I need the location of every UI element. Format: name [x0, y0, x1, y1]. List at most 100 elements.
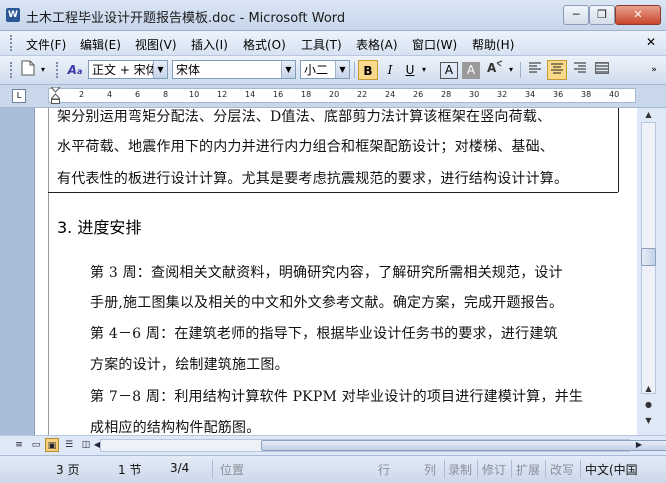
font-value: 宋体: [176, 63, 201, 77]
status-page: 3 页: [56, 463, 80, 477]
toolbar-grip-2[interactable]: [56, 62, 61, 78]
style-dropdown-icon[interactable]: ▼: [153, 61, 167, 78]
toolbar-separator-2: [520, 62, 521, 78]
document-left-gutter: [0, 108, 34, 435]
horizontal-scroll-row: ≡ ▭ ▣ ☰ ◫ ◀ ▶: [0, 435, 666, 455]
tab-selector-icon[interactable]: L: [12, 89, 26, 103]
underline-dropdown-icon[interactable]: ▾: [419, 60, 429, 80]
menu-help[interactable]: 帮助(H): [472, 36, 514, 53]
word-doc-icon[interactable]: W: [6, 8, 20, 22]
close-document-icon[interactable]: ✕: [646, 35, 656, 49]
restore-button[interactable]: ❐: [589, 5, 615, 25]
table-right-border: [618, 108, 619, 192]
align-center-icon[interactable]: [547, 60, 567, 80]
close-button[interactable]: ✕: [615, 5, 661, 25]
vertical-scrollbar[interactable]: ▲ ▲ ● ▼: [637, 108, 666, 435]
ruler-tick: 18: [301, 90, 312, 99]
select-browse-object-icon[interactable]: ●: [641, 398, 656, 412]
ruler-tick: 32: [497, 90, 508, 99]
schedule-line: 第 4－6 周：在建筑老师的指导下，根据毕业设计任务书的要求，进行建筑: [90, 326, 558, 342]
status-line: 行: [378, 463, 391, 477]
title-bar: W 土木工程毕业设计开题报告模板.doc - Microsoft Word ─ …: [0, 0, 666, 31]
menu-edit[interactable]: 编辑(E): [80, 36, 121, 53]
status-separator: [444, 460, 445, 478]
menu-tools[interactable]: 工具(T): [301, 36, 342, 53]
ruler-tick: 14: [245, 90, 256, 99]
justify-icon[interactable]: [592, 60, 612, 80]
new-document-icon[interactable]: [18, 60, 38, 80]
ruler-tick: 20: [329, 90, 340, 99]
ruler-tick: 36: [553, 90, 564, 99]
status-bar: 3 页 1 节 3/4 位置 行 列 录制 修订 扩展 改写 中文(中国: [0, 455, 666, 483]
ruler-tick: 10: [189, 90, 200, 99]
menu-view[interactable]: 视图(V): [135, 36, 177, 53]
menu-table[interactable]: 表格(A): [356, 36, 398, 53]
menu-grip[interactable]: [10, 35, 15, 51]
scroll-left-icon[interactable]: ◀: [90, 438, 104, 452]
new-dropdown-icon[interactable]: ▾: [38, 60, 48, 80]
outline-view-icon[interactable]: ☰: [62, 438, 76, 452]
phonetic-dropdown-icon[interactable]: ▾: [506, 60, 516, 80]
menu-file[interactable]: 文件(F): [26, 36, 66, 53]
normal-view-icon[interactable]: ≡: [12, 438, 26, 452]
italic-button[interactable]: I: [381, 60, 399, 80]
next-page-icon[interactable]: ▼: [641, 414, 656, 428]
font-size-combo[interactable]: 小二 ▼: [300, 60, 350, 79]
ruler-tick: 38: [581, 90, 592, 99]
phonetic-guide-icon[interactable]: A: [484, 60, 506, 80]
bold-button[interactable]: B: [358, 60, 378, 80]
minimize-button[interactable]: ─: [563, 5, 589, 25]
body-text-line: 水平荷载、地震作用下的内力并进行内力组合和框架配筋设计；对楼梯、基础、: [57, 139, 554, 155]
status-ovr[interactable]: 改写: [550, 461, 574, 478]
vertical-scroll-thumb[interactable]: [641, 248, 656, 266]
toolbar-separator: [354, 62, 355, 78]
status-trk[interactable]: 修订: [482, 461, 506, 478]
character-border-button[interactable]: A: [440, 62, 458, 79]
style-value: 正文 + 宋体: [92, 63, 158, 77]
status-column: 列: [424, 463, 437, 477]
align-right-icon[interactable]: [570, 60, 590, 80]
horizontal-ruler[interactable]: 2 4 6 8 10 12 14 16 18 20 22 24 26 28 30…: [48, 86, 636, 105]
web-layout-view-icon[interactable]: ▭: [29, 438, 43, 452]
style-combo[interactable]: 正文 + 宋体 ▼: [88, 60, 168, 79]
ruler-tick: 30: [469, 90, 480, 99]
ruler-tick: 6: [135, 90, 141, 99]
status-separator: [212, 460, 213, 478]
horizontal-scroll-thumb[interactable]: [261, 440, 666, 451]
ruler-tick: 34: [525, 90, 536, 99]
font-dropdown-icon[interactable]: ▼: [281, 61, 295, 78]
toolbar-grip[interactable]: [10, 62, 15, 78]
scroll-right-icon[interactable]: ▶: [632, 438, 646, 452]
status-rec[interactable]: 录制: [448, 461, 472, 478]
menu-format[interactable]: 格式(O): [243, 36, 286, 53]
body-text-line: 架分别运用弯矩分配法、分层法、D值法、底部剪力法计算该框架在竖向荷载、: [57, 109, 552, 125]
horizontal-scroll-track[interactable]: [100, 439, 666, 452]
status-separator: [511, 460, 512, 478]
ruler-tick: 22: [357, 90, 368, 99]
status-ext[interactable]: 扩展: [516, 461, 540, 478]
status-page-of: 3/4: [170, 461, 190, 475]
align-left-icon[interactable]: [525, 60, 545, 80]
body-text-line: 有代表性的板进行设计计算。尤其是要考虑抗震规范的要求，进行结构设计计算。: [57, 171, 569, 187]
font-size-dropdown-icon[interactable]: ▼: [335, 61, 349, 78]
schedule-line: 手册,施工图集以及相关的中文和外文参考文献。确定方案，完成开题报告。: [90, 295, 564, 311]
print-layout-view-icon[interactable]: ▣: [45, 438, 59, 452]
ruler-tick: 16: [273, 90, 284, 99]
underline-button[interactable]: U: [401, 60, 419, 80]
toolbar-options-icon[interactable]: »: [648, 60, 660, 80]
indent-marker-icon[interactable]: [49, 86, 62, 105]
menu-insert[interactable]: 插入(I): [191, 36, 228, 53]
ruler-row: L 2 4 6 8 10 12 14 16 18 20 22 24 26 28 …: [0, 85, 666, 108]
ruler-tick: 2: [79, 90, 85, 99]
character-shading-button[interactable]: A: [462, 62, 480, 79]
document-page[interactable]: 架分别运用弯矩分配法、分层法、D值法、底部剪力法计算该框架在竖向荷载、 水平荷载…: [34, 108, 638, 435]
schedule-line: 第 3 周：查阅相关文献资料，明确研究内容，了解研究所需相关规范，设计: [90, 265, 563, 281]
menu-window[interactable]: 窗口(W): [412, 36, 457, 53]
status-language: 中文(中国: [585, 463, 638, 477]
styles-formatting-icon[interactable]: Aa: [64, 60, 86, 80]
status-separator: [477, 460, 478, 478]
section-heading: 3. 进度安排: [57, 218, 142, 237]
scroll-up-icon[interactable]: ▲: [641, 108, 656, 122]
previous-page-icon[interactable]: ▲: [641, 382, 656, 396]
font-combo[interactable]: 宋体 ▼: [172, 60, 296, 79]
